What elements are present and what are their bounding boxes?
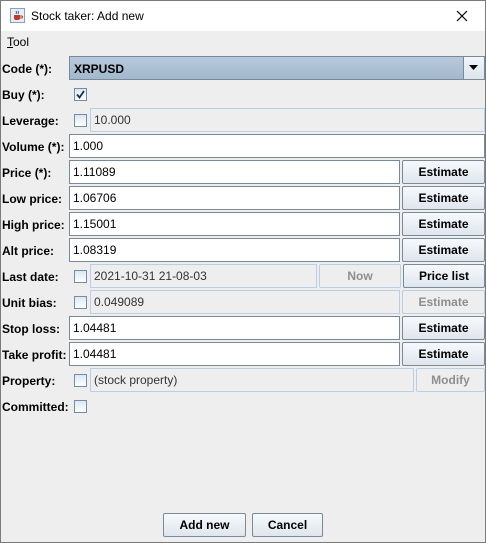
unit-bias-checkbox[interactable] bbox=[74, 296, 87, 309]
combo-arrow-button[interactable] bbox=[463, 57, 484, 79]
property-checkbox[interactable] bbox=[74, 374, 87, 387]
committed-checkbox[interactable] bbox=[74, 400, 87, 413]
unit-bias-label: Unit bias: bbox=[2, 296, 57, 310]
unit-bias-field[interactable]: 0.049089 bbox=[90, 290, 400, 314]
code-value: XRPUSD bbox=[74, 62, 125, 76]
take-profit-field[interactable]: 1.04481 bbox=[69, 342, 400, 366]
price-estimate-button[interactable]: Estimate bbox=[402, 160, 485, 184]
java-cup-icon bbox=[10, 8, 25, 23]
take-profit-label: Take profit: bbox=[2, 348, 67, 362]
window-title: Stock taker: Add new bbox=[31, 9, 144, 23]
price-label: Price (*): bbox=[2, 166, 52, 180]
alt-price-field[interactable]: 1.08319 bbox=[69, 238, 400, 262]
chevron-down-icon bbox=[469, 65, 478, 70]
menu-tool-rest: ool bbox=[13, 35, 30, 49]
leverage-label: Leverage: bbox=[2, 114, 59, 128]
property-label: Property: bbox=[2, 374, 56, 388]
cancel-button[interactable]: Cancel bbox=[252, 513, 323, 537]
high-price-field[interactable]: 1.15001 bbox=[69, 212, 400, 236]
buy-checkbox[interactable] bbox=[74, 88, 87, 101]
close-icon bbox=[456, 10, 468, 22]
leverage-field[interactable]: 10.000 bbox=[90, 108, 485, 132]
menu-bar: Tool bbox=[1, 31, 485, 53]
alt-price-estimate-button[interactable]: Estimate bbox=[402, 238, 485, 262]
volume-field[interactable]: 1.000 bbox=[69, 134, 485, 158]
volume-label: Volume (*): bbox=[2, 140, 65, 154]
add-new-button[interactable]: Add new bbox=[163, 513, 246, 537]
last-date-field[interactable]: 2021-10-31 21-08-03 bbox=[90, 264, 317, 288]
committed-label: Committed: bbox=[2, 400, 69, 414]
last-date-checkbox[interactable] bbox=[74, 270, 87, 283]
stop-loss-field[interactable]: 1.04481 bbox=[69, 316, 400, 340]
code-combo[interactable]: XRPUSD bbox=[69, 56, 485, 80]
modify-button[interactable]: Modify bbox=[416, 368, 485, 392]
low-price-field[interactable]: 1.06706 bbox=[69, 186, 400, 210]
last-date-label: Last date: bbox=[2, 270, 59, 284]
menu-tool[interactable]: Tool bbox=[7, 35, 29, 49]
property-field[interactable]: (stock property) bbox=[90, 368, 414, 392]
stock-taker-window: Stock taker: Add new Tool Code (*): XRPU… bbox=[0, 0, 486, 543]
low-price-label: Low price: bbox=[2, 192, 63, 206]
high-price-estimate-button[interactable]: Estimate bbox=[402, 212, 485, 236]
buy-label: Buy (*): bbox=[2, 88, 45, 102]
close-button[interactable] bbox=[439, 1, 485, 31]
checkmark-icon bbox=[76, 90, 85, 99]
code-label: Code (*): bbox=[2, 62, 52, 76]
unit-bias-estimate-button[interactable]: Estimate bbox=[402, 290, 485, 314]
stop-loss-label: Stop loss: bbox=[2, 322, 61, 336]
alt-price-label: Alt price: bbox=[2, 244, 55, 258]
stop-loss-estimate-button[interactable]: Estimate bbox=[402, 316, 485, 340]
price-field[interactable]: 1.11089 bbox=[69, 160, 400, 184]
high-price-label: High price: bbox=[2, 218, 65, 232]
price-list-button[interactable]: Price list bbox=[403, 264, 485, 288]
low-price-estimate-button[interactable]: Estimate bbox=[402, 186, 485, 210]
now-button[interactable]: Now bbox=[319, 264, 401, 288]
take-profit-estimate-button[interactable]: Estimate bbox=[402, 342, 485, 366]
leverage-checkbox[interactable] bbox=[74, 114, 87, 127]
title-bar: Stock taker: Add new bbox=[1, 1, 485, 31]
